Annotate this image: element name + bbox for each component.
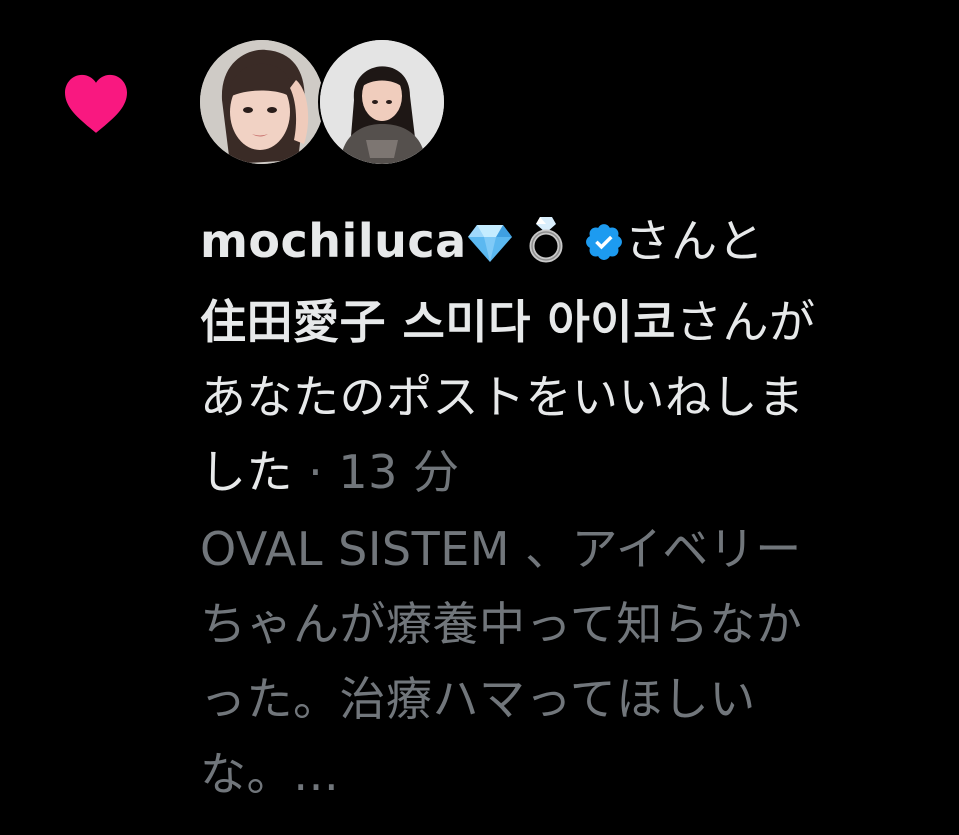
user1-name[interactable]: mochiluca — [200, 214, 467, 268]
verified-badge-icon — [583, 210, 625, 285]
avatar-mochiluca[interactable] — [200, 40, 324, 164]
ring-emoji — [523, 210, 569, 285]
preview-line: OVAL SISTEM 、アイベリー — [200, 522, 802, 576]
heart-icon — [65, 74, 127, 133]
user2-name[interactable]: 住田愛子 스미다 아이코 — [200, 295, 676, 349]
connector-text: さんと — [624, 214, 765, 268]
notification-text: mochiluca さんと 住田愛子 스미다 아이코さんが あなたのポストをいい… — [200, 204, 940, 510]
preview-line: ちゃんが療養中って知らなか — [200, 597, 803, 651]
action-text-2: した — [200, 445, 293, 499]
like-notification[interactable]: mochiluca さんと 住田愛子 스미다 아이코さんが あなたのポストをいい… — [0, 0, 959, 835]
gem-emoji — [467, 210, 513, 285]
avatar-sumida-aiko[interactable] — [318, 38, 446, 166]
separator-dot: · — [308, 445, 324, 499]
preview-line: な。… — [200, 747, 340, 801]
action-text-1: あなたのポストをいいねしま — [200, 370, 805, 424]
post-preview[interactable]: OVAL SISTEM 、アイベリー ちゃんが療養中って知らなか った。治療ハマ… — [200, 512, 940, 812]
timestamp: 13 分 — [338, 445, 460, 499]
preview-line: った。治療ハマってほしい — [200, 672, 756, 726]
suffix-text: さんが — [675, 295, 816, 349]
